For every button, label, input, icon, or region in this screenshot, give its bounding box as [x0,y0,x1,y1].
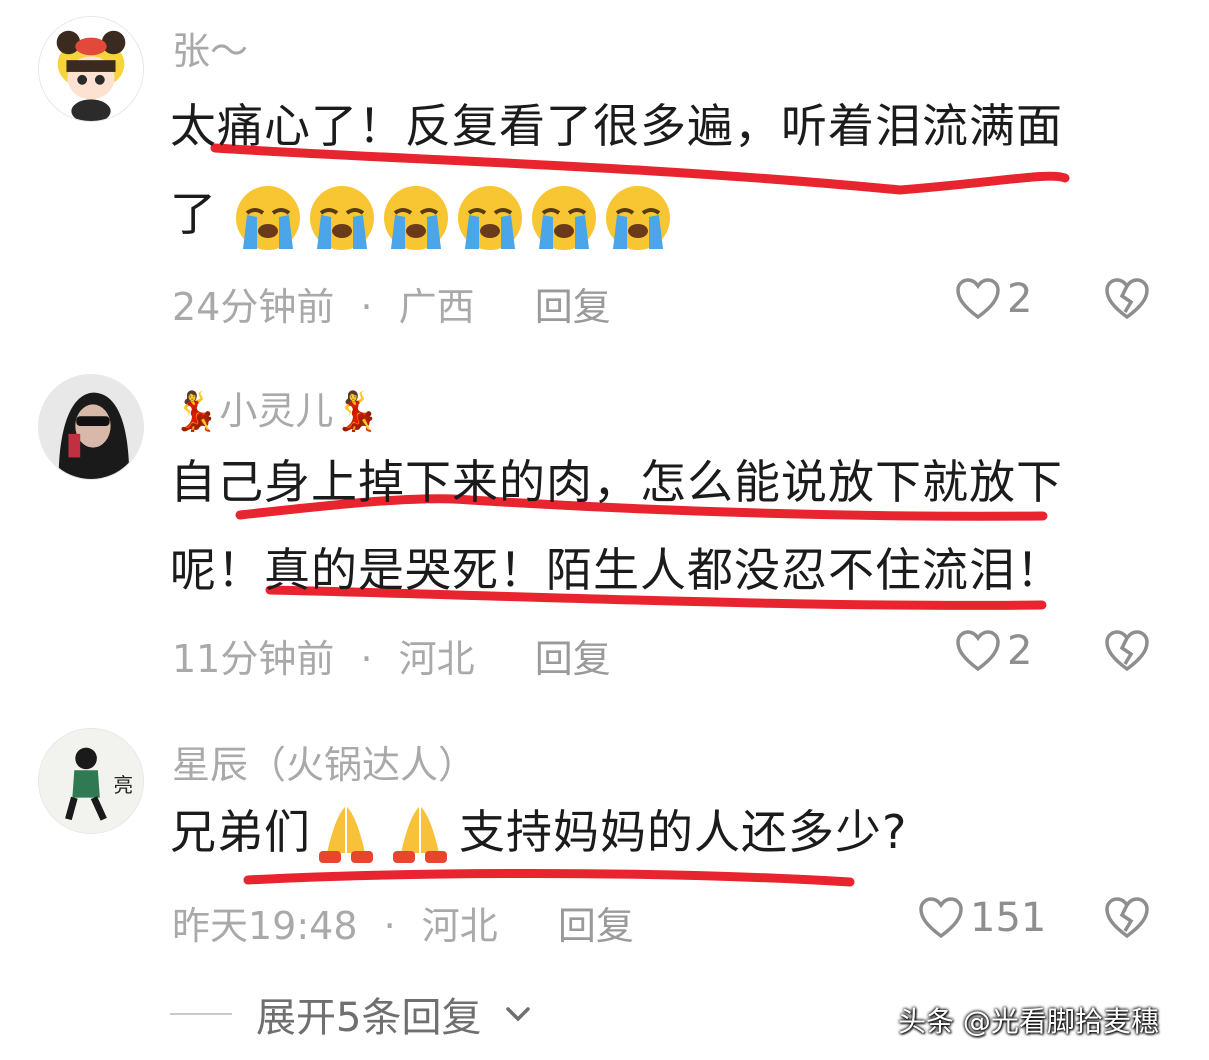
avatar-label: 亮 [114,774,134,797]
reply-button[interactable]: 回复 [535,276,611,331]
expand-replies-label: 展开5条回复 [256,995,482,1041]
comment-text-line: 呢！真的是哭死！陌生人都没忍不住流泪！ [170,543,1063,597]
broken-heart-icon [1105,630,1149,672]
avatar[interactable]: 亮 [38,728,144,834]
chevron-down-icon [506,1007,531,1022]
like-count: 151 [970,895,1047,941]
username[interactable]: 张～ [172,20,248,75]
meta-separator: · [383,904,396,948]
crying-emoji-icon [383,185,448,250]
crying-emoji-icon [605,185,670,250]
dancer-emoji-icon: 💃 [333,389,381,433]
like-count: 2 [1007,276,1033,322]
avatar[interactable] [38,374,144,480]
broken-heart-icon [1105,897,1149,939]
comment-text-line: 自己身上掉下来的肉，怎么能说放下就放下 [170,455,1063,509]
heart-icon [919,897,963,939]
reply-button[interactable]: 回复 [535,628,611,683]
comment-text-part: 兄弟们 [170,805,311,859]
comment-text-line: 太痛心了！反复看了很多遍，听着泪流满面 [170,99,1063,153]
dislike-button[interactable] [1104,278,1150,324]
reply-button[interactable]: 回复 [558,895,634,950]
username[interactable]: 💃小灵儿💃 [172,380,381,435]
username[interactable]: 星辰（火锅达人） [172,734,476,789]
heart-icon [956,278,1000,320]
pray-emoji-icon [319,806,373,863]
dislike-button[interactable] [1104,630,1150,676]
crying-emoji-icon [457,185,522,250]
comment-text: 自己身上掉下来的肉，怎么能说放下就放下 呢！真的是哭死！陌生人都没忍不住流泪！ [170,438,1160,614]
crying-emoji-icon [309,185,374,250]
comment-text: 兄弟们 支持妈妈的人还多少? [170,788,1160,876]
comment-text-line: 了 [170,170,1160,258]
comment-meta: 昨天19:48 · 河北 回复 [172,895,634,950]
location: 河北 [398,637,475,681]
meta-separator: · [360,637,373,681]
comment-text-tail: 了 [170,187,217,241]
comment-meta: 11分钟前 · 河北 回复 [172,628,611,683]
like-button[interactable]: 151 [918,895,1046,941]
dancer-emoji-icon: 💃 [172,389,220,433]
divider-line [170,1013,232,1015]
comment-meta: 24分钟前 · 广西 回复 [172,276,611,331]
crying-emoji-icon [531,185,596,250]
expand-replies-button[interactable]: 展开5条回复 [170,985,531,1043]
comment-text-part: 支持妈妈的人还多少? [459,805,908,859]
crying-emoji-icon [235,185,300,250]
meta-separator: · [360,285,373,329]
like-button[interactable]: 2 [955,628,1032,674]
comment-text: 太痛心了！反复看了很多遍，听着泪流满面 了 [170,82,1160,258]
timestamp: 11分钟前 [172,637,335,681]
like-button[interactable]: 2 [955,276,1032,322]
heart-icon [956,630,1000,672]
pray-emoji-icon [393,806,447,863]
location: 广西 [398,285,475,329]
comment-text-line: 兄弟们 支持妈妈的人还多少? [170,788,1160,876]
timestamp: 昨天19:48 [172,904,358,948]
watermark: 头条 @光看脚拾麦穗 [898,1005,1159,1038]
avatar[interactable] [38,16,144,122]
dislike-button[interactable] [1104,897,1150,943]
timestamp: 24分钟前 [172,285,335,329]
like-count: 2 [1007,628,1033,674]
username-text: 小灵儿 [219,389,334,433]
broken-heart-icon [1105,278,1149,320]
location: 河北 [421,904,498,948]
